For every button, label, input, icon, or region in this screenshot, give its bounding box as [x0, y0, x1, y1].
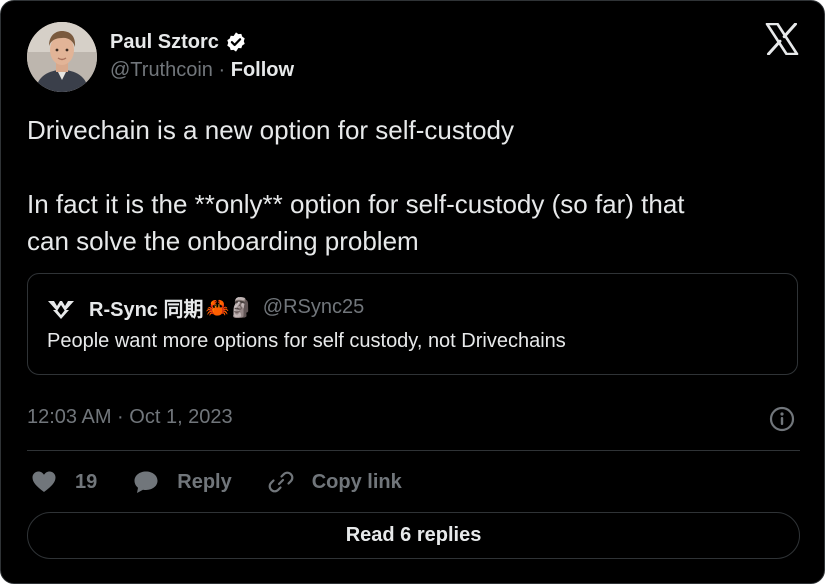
divider: [27, 450, 800, 451]
quoted-author-name[interactable]: R-Sync 同期: [89, 293, 203, 322]
author-name-row: Paul Sztorc: [110, 30, 247, 54]
quoted-tweet-text: People want more options for self custod…: [47, 330, 566, 352]
tweet-line: In fact it is the **only** option for se…: [27, 189, 685, 219]
quoted-author-emoji: 🦀🗿: [205, 297, 253, 319]
copy-link-button[interactable]: Copy link: [268, 469, 402, 495]
heart-icon: [32, 471, 56, 492]
quoted-tweet[interactable]: R-Sync 同期 🦀🗿 @RSync25 People want more o…: [27, 273, 798, 375]
read-replies-button[interactable]: Read 6 replies: [27, 512, 800, 559]
verified-badge-icon: [227, 32, 245, 52]
author-name[interactable]: Paul Sztorc: [110, 31, 219, 54]
author-handle-row: @Truthcoin · Follow: [110, 59, 294, 82]
tweet-line: can solve the onboarding problem: [27, 226, 419, 256]
tweet-card: Paul Sztorc @Truthcoin · Follow Drivecha…: [0, 0, 825, 584]
tweet-text: Drivechain is a new option for self-cust…: [27, 112, 802, 260]
rsync-logo-icon: [48, 300, 74, 319]
reply-label: Reply: [177, 470, 232, 493]
like-button[interactable]: 19: [31, 469, 97, 495]
link-icon: [268, 471, 294, 493]
avatar-image: [27, 22, 97, 92]
author-handle[interactable]: @Truthcoin: [110, 59, 213, 81]
reply-button[interactable]: Reply: [133, 469, 232, 495]
quoted-author-handle[interactable]: @RSync25: [263, 296, 364, 319]
copy-link-label: Copy link: [311, 470, 402, 493]
like-count: 19: [75, 470, 98, 493]
follow-link[interactable]: Follow: [231, 59, 294, 81]
info-icon[interactable]: [769, 406, 795, 432]
author-avatar[interactable]: [27, 22, 97, 92]
x-logo-icon[interactable]: [765, 23, 799, 55]
tweet-line: Drivechain is a new option for self-cust…: [27, 115, 515, 145]
tweet-timestamp[interactable]: 12:03 AM · Oct 1, 2023: [27, 406, 233, 429]
handle-separator: ·: [218, 59, 226, 81]
quoted-tweet-header: R-Sync 同期 🦀🗿 @RSync25: [47, 293, 364, 322]
action-bar: 19 Reply Copy link: [31, 467, 438, 497]
reply-bubble-icon: [134, 471, 158, 493]
